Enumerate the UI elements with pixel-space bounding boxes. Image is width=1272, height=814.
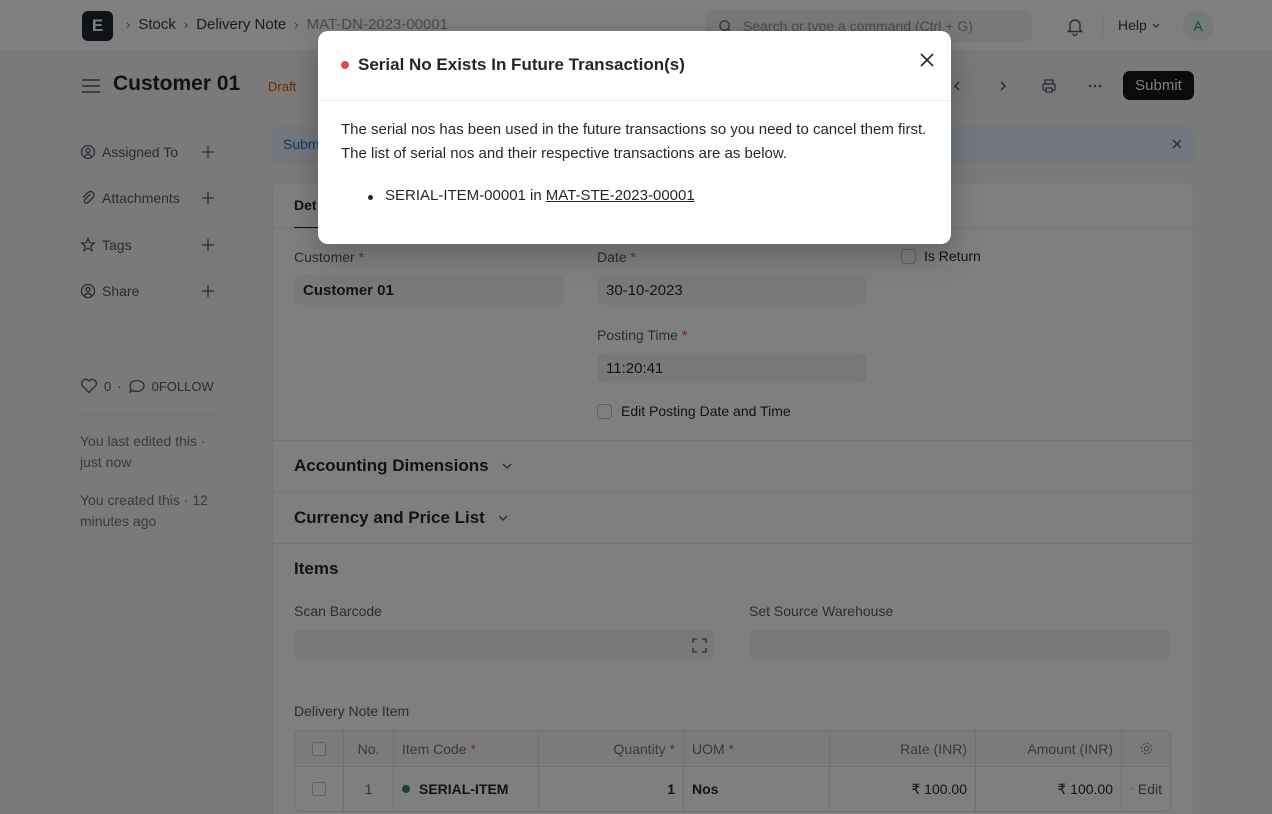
serial-list-item: SERIAL-ITEM-00001 in MAT-STE-2023-00001 [368, 187, 695, 204]
dialog-title: Serial No Exists In Future Transaction(s… [358, 55, 685, 74]
list-bullet [368, 195, 373, 200]
error-dialog: Serial No Exists In Future Transaction(s… [318, 31, 951, 244]
close-icon[interactable] [918, 51, 936, 69]
dialog-header: Serial No Exists In Future Transaction(s… [318, 31, 951, 101]
error-indicator-dot [341, 61, 349, 69]
serial-number-text: SERIAL-ITEM-00001 in [385, 187, 542, 204]
dialog-message: The serial nos has been used in the futu… [341, 121, 927, 162]
transaction-link[interactable]: MAT-STE-2023-00001 [546, 187, 695, 204]
